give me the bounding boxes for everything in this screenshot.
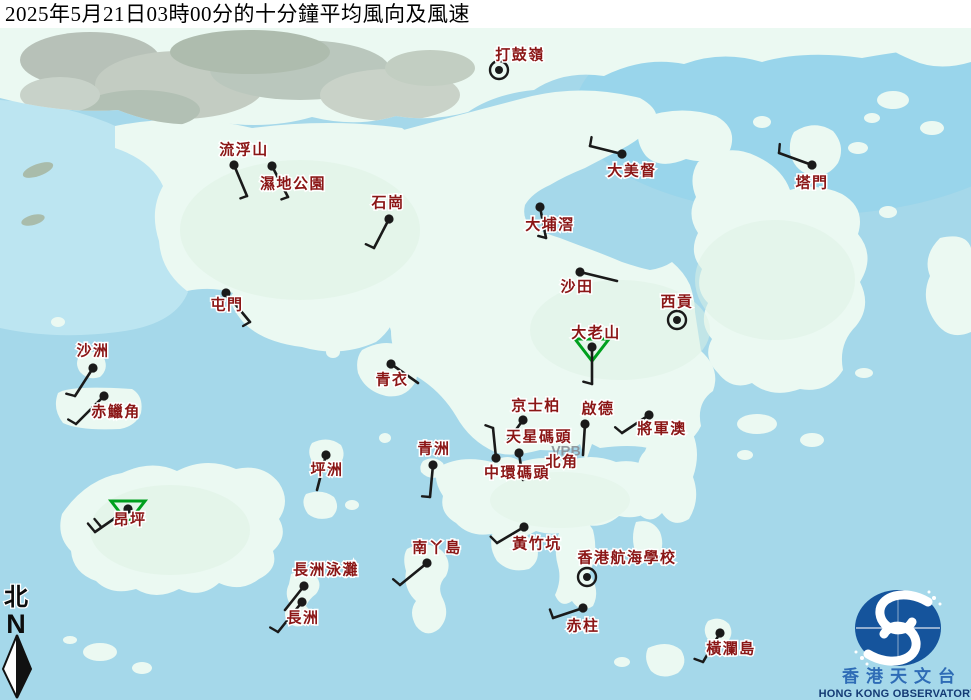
wind-barb-feather [422,496,430,497]
station-dot [491,453,500,462]
wind-map-page: 打鼓嶺流浮山濕地公園石崗大埔滘 大美督塔門沙田西貢大老山 屯門沙洲赤鱲角 青衣京士柏 啟… [0,0,971,700]
station-dot [221,288,230,297]
logo-name-english: HONG KONG OBSERVATORY [819,688,971,700]
station-dot [321,450,330,459]
station-label: 啟德 [581,399,614,417]
station-label: 石崗 [370,193,404,211]
station-label: 赤柱 [566,616,599,634]
station-dot [88,363,97,372]
station-dot [422,558,431,567]
station-dot [715,628,724,637]
station-label: 橫瀾島 [706,639,756,657]
station-label: 赤鱲角 [91,402,141,420]
station-dot [518,415,527,424]
station-label: 香港航海學校 [577,548,676,566]
station-dot [229,160,238,169]
station-dot [578,603,587,612]
station-dot [99,391,108,400]
station-label: 青衣 [375,370,408,388]
station-label: 西貢 [660,293,693,310]
station-label: 沙洲 [76,342,109,359]
station-dot [428,460,437,469]
station-label: 坪洲 [310,461,343,478]
station-label: 北角 [545,452,578,470]
station-label: 沙田 [560,278,593,295]
station-dot [384,214,393,223]
map-canvas: 打鼓嶺流浮山濕地公園石崗大埔滘 大美督塔門沙田西貢大老山 屯門沙洲赤鱲角 青衣京士柏 啟… [0,0,971,700]
station-dot [519,522,528,531]
station-marker: VRB北角 [545,443,580,471]
station-label: 大美督 [607,161,657,179]
station-dot [535,202,544,211]
station-dot [514,448,523,457]
station-label: 昂坪 [113,511,146,528]
station-dot [644,410,653,419]
station-dot [673,316,681,324]
station-dot [807,160,816,169]
compass-north-cjk: 北 [4,584,28,611]
title-bar: 2025年5月21日03時00分的十分鐘平均風向及風速 [0,0,971,28]
station-label: 黃竹坑 [512,534,562,552]
station-label: 塔門 [795,173,828,191]
station-label: 中環碼頭 [484,463,550,481]
station-dot [267,161,276,170]
station-label: 青洲 [417,439,450,457]
compass-north-letter: N [6,609,26,639]
station-dot [575,267,584,276]
station-label: 長洲泳灘 [293,560,359,578]
station-dot [587,342,596,351]
map-title: 2025年5月21日03時00分的十分鐘平均風向及風速 [0,0,971,28]
station-label: 將軍澳 [637,419,687,437]
station-label: 大老山 [571,323,621,341]
station-dot [583,573,591,581]
station-dot [386,359,395,368]
station-label: 濕地公園 [260,174,326,192]
station-label: 京士柏 [511,396,561,414]
wind-barb-feather [590,137,592,146]
station-label: 流浮山 [219,140,269,158]
station-label: 屯門 [210,295,243,313]
station-label: 大埔滘 [525,215,575,233]
station-dot [617,149,626,158]
logo-name-chinese: 香港天文台 [842,666,962,686]
station-label: 長洲 [286,609,319,626]
station-label: 打鼓嶺 [495,45,545,63]
station-dot [580,419,589,428]
station-dot [495,66,503,74]
wind-barb-feather [779,144,780,153]
station-dot [297,597,306,606]
station-dot [299,581,308,590]
station-label: 南丫島 [412,538,462,556]
